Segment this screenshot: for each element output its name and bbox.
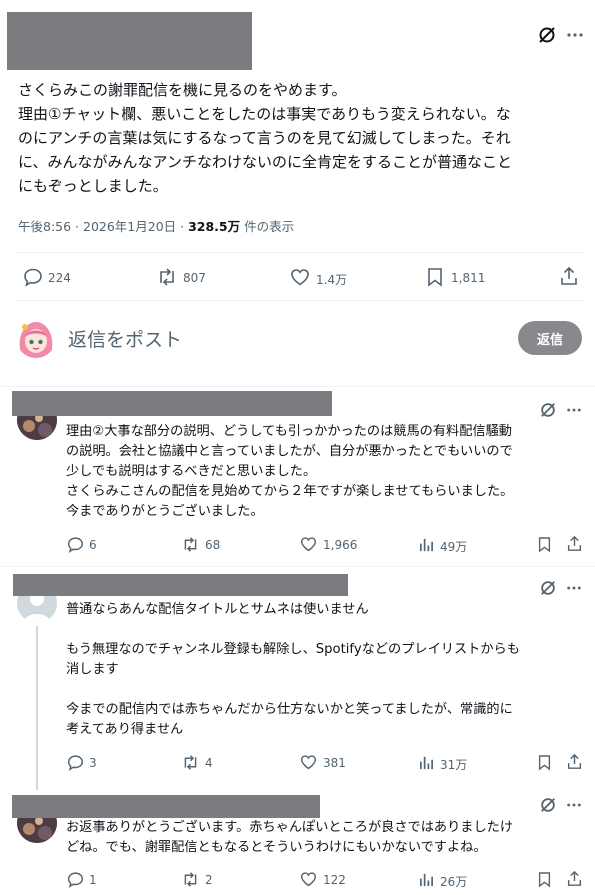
post-text-line: に、みんながみんなアンチなわけないのに全肯定をすることが普通なこと bbox=[18, 153, 512, 171]
view-count: 328.5万 bbox=[188, 219, 241, 234]
like-count: 1.4万 bbox=[316, 273, 348, 287]
like-icon[interactable] bbox=[299, 870, 317, 888]
reply-text-line: 理由②大事な部分の説明、どうしても引っかかったのは競馬の有料配信騒動 bbox=[66, 424, 512, 439]
divider bbox=[16, 252, 585, 253]
share-icon[interactable] bbox=[565, 534, 583, 552]
bookmark-count: 1,811 bbox=[451, 271, 486, 285]
post-timestamp[interactable]: 午後8:56 · 2026年1月20日 · bbox=[18, 219, 188, 234]
reply-icon[interactable] bbox=[22, 266, 44, 288]
more-icon[interactable] bbox=[564, 24, 586, 46]
reply-text: 理由②大事な部分の説明、どうしても引っかかったのは競馬の有料配信騒動 の説明。会… bbox=[66, 422, 588, 522]
redacted-author bbox=[13, 574, 348, 596]
views-icon[interactable] bbox=[417, 535, 435, 553]
reply-text-line: 少しでも説明はするべきだと思いました。 bbox=[66, 464, 317, 479]
reply-text-line: の説明。会社と協議中と言っていましたが、自分が悪かったとでもいいので bbox=[66, 444, 513, 459]
reply-count: 6 bbox=[89, 538, 97, 552]
reply-text-line: 普通ならあんな配信タイトルとサムネは使いません bbox=[66, 602, 369, 617]
repost-count: 68 bbox=[205, 538, 221, 552]
share-icon[interactable] bbox=[565, 752, 583, 770]
repost-count: 2 bbox=[205, 873, 213, 887]
thread-line bbox=[36, 626, 38, 790]
divider bbox=[16, 300, 585, 301]
repost-icon[interactable] bbox=[180, 870, 200, 888]
views-count: 26万 bbox=[440, 875, 468, 889]
post-text-line: さくらみこの謝罪配信を機に見るのをやめます。 bbox=[18, 81, 347, 99]
repost-icon[interactable] bbox=[180, 753, 200, 771]
reply-text-line: さくらみこさんの配信を見始めてから２年ですが楽しませてもらいました。 bbox=[66, 484, 514, 499]
reply-text: 普通ならあんな配信タイトルとサムネは使いません もう無理なのでチャンネル登録も解… bbox=[66, 600, 588, 740]
reply-text-line: 消します bbox=[66, 662, 119, 677]
reply-text-line: 今までありがとうございました。 bbox=[66, 504, 264, 519]
post-meta: 午後8:56 · 2026年1月20日 · 328.5万 件の表示 bbox=[18, 216, 294, 235]
reply-icon[interactable] bbox=[66, 535, 84, 553]
views-count: 49万 bbox=[440, 540, 468, 554]
more-icon[interactable] bbox=[564, 578, 584, 598]
reply-text-line: もう無理なのでチャンネル登録も解除し、Spotifyなどのプレイリストからも bbox=[66, 642, 520, 657]
post-text-line: 理由①チャット欄、悪いことをしたのは事実でありもう変えられない。な bbox=[18, 105, 511, 123]
bookmark-icon[interactable] bbox=[425, 266, 445, 288]
view-label: 件の表示 bbox=[240, 219, 295, 234]
avatar[interactable] bbox=[16, 318, 56, 358]
reply-count: 224 bbox=[48, 271, 71, 285]
views-icon[interactable] bbox=[417, 753, 435, 771]
reply-icon[interactable] bbox=[66, 753, 84, 771]
reply-text-line: 今までの配信内では赤ちゃんだから仕方ないかと笑ってましたが、常識的に bbox=[66, 702, 513, 717]
reply-count: 3 bbox=[89, 756, 97, 770]
like-count: 381 bbox=[323, 756, 346, 770]
like-count: 122 bbox=[323, 873, 346, 887]
more-icon[interactable] bbox=[564, 795, 584, 815]
reply-text-line: どね。でも、謝罪配信ともなるとそういうわけにもいかないですよね。 bbox=[66, 840, 487, 855]
like-count: 1,966 bbox=[323, 538, 358, 552]
views-count: 31万 bbox=[440, 758, 468, 772]
more-icon[interactable] bbox=[564, 400, 584, 420]
like-icon[interactable] bbox=[299, 753, 317, 771]
repost-count: 807 bbox=[183, 271, 206, 285]
share-icon[interactable] bbox=[565, 869, 583, 887]
bookmark-icon[interactable] bbox=[536, 535, 552, 553]
views-icon[interactable] bbox=[417, 870, 435, 888]
reply-button[interactable]: 返信 bbox=[518, 321, 582, 355]
grok-icon[interactable] bbox=[538, 795, 558, 815]
redacted-author bbox=[12, 795, 320, 818]
post-text-line: にもぞっとしました。 bbox=[18, 177, 168, 195]
post-text-line: のにアンチの言葉は気にするなって言うのを見て幻滅してしまった。それ bbox=[18, 129, 511, 147]
bookmark-icon[interactable] bbox=[536, 753, 552, 771]
repost-count: 4 bbox=[205, 756, 213, 770]
grok-icon[interactable] bbox=[538, 400, 558, 420]
post-text: さくらみこの謝罪配信を機に見るのをやめます。 理由①チャット欄、悪いことをしたの… bbox=[18, 78, 588, 198]
repost-icon[interactable] bbox=[155, 266, 179, 288]
redacted-author bbox=[12, 391, 332, 416]
like-icon[interactable] bbox=[299, 535, 317, 553]
repost-icon[interactable] bbox=[180, 535, 200, 553]
reply-count: 1 bbox=[89, 873, 97, 887]
reply-text-line: お返事ありがとうございます。赤ちゃんぽいところが良さではありましたけ bbox=[66, 820, 514, 835]
grok-icon[interactable] bbox=[538, 578, 558, 598]
reply-text-line bbox=[66, 620, 588, 640]
reply-composer-input[interactable]: 返信をポスト bbox=[68, 325, 182, 352]
reply-button-label: 返信 bbox=[536, 332, 563, 348]
reply-text-line bbox=[66, 680, 588, 700]
reply-text-line: 考えてあり得ません bbox=[66, 722, 184, 737]
redacted-author bbox=[7, 12, 252, 70]
reply-text: お返事ありがとうございます。赤ちゃんぽいところが良さではありましたけ どね。でも… bbox=[66, 818, 588, 858]
like-icon[interactable] bbox=[289, 266, 311, 288]
divider bbox=[0, 386, 595, 387]
divider bbox=[0, 566, 595, 567]
reply-icon[interactable] bbox=[66, 870, 84, 888]
grok-icon[interactable] bbox=[536, 24, 558, 46]
share-icon[interactable] bbox=[558, 265, 580, 287]
bookmark-icon[interactable] bbox=[536, 870, 552, 888]
